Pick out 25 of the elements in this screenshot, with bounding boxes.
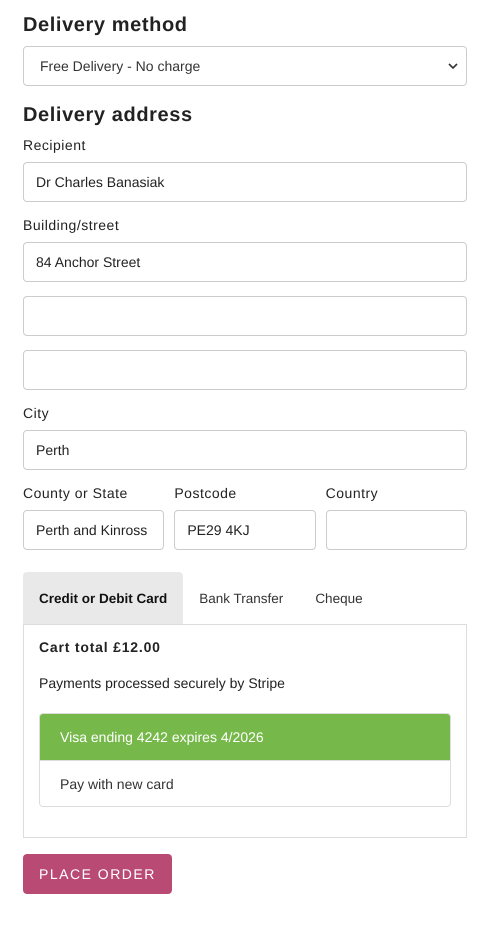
cart-total: Cart total £12.00 (39, 639, 162, 655)
text-field[interactable]: Dr Charles Banasiak (23, 162, 467, 202)
card-option[interactable]: Pay with new card (40, 760, 450, 806)
delivery-method-dropdown[interactable]: Free Delivery - No charge (23, 46, 467, 86)
field-label: City (23, 404, 50, 422)
text-field[interactable]: PE29 4KJ (174, 510, 316, 550)
text-field[interactable]: Perth and Kinross (23, 510, 164, 550)
field-label: Country (326, 484, 380, 502)
field-label: Building/street (23, 216, 120, 234)
text-field[interactable]: 84 Anchor Street (23, 242, 467, 282)
caret-icon (448, 62, 458, 70)
text-field[interactable]: Perth (23, 430, 467, 470)
text-field[interactable] (23, 296, 467, 336)
section-heading: Delivery method (23, 13, 189, 38)
payment-tab[interactable]: Bank Transfer (183, 572, 300, 624)
payment-tab[interactable]: Cheque (299, 572, 379, 624)
field-label: County or State (23, 484, 129, 502)
text-field[interactable] (23, 350, 467, 390)
place-order-button[interactable]: PLACE ORDER (23, 854, 172, 894)
payment-tab[interactable]: Credit or Debit Card (23, 572, 184, 624)
text-field[interactable] (326, 510, 467, 550)
field-label: Recipient (23, 136, 87, 154)
payment-note: Payments processed securely by Stripe (39, 675, 286, 691)
field-label: Postcode (174, 484, 238, 502)
section-heading: Delivery address (23, 103, 194, 128)
